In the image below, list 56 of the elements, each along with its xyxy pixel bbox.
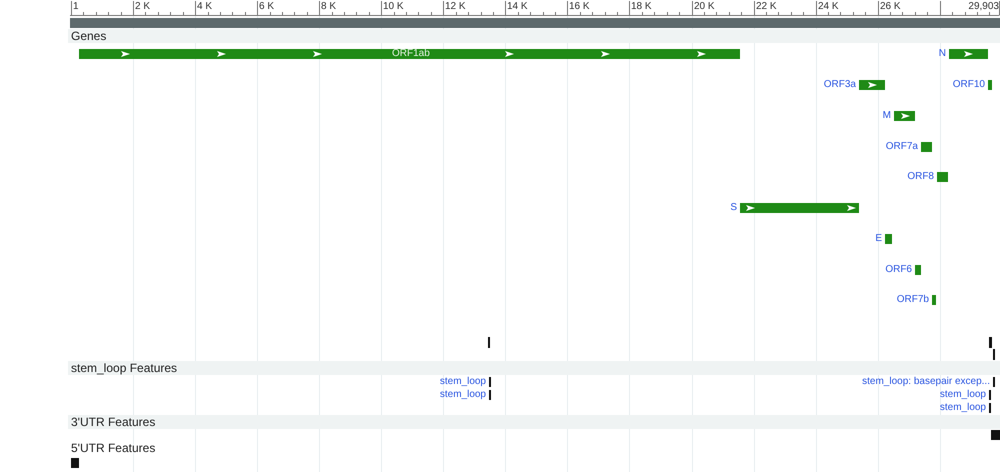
ruler-label: 24 K [818, 1, 839, 13]
ruler-label: 12 K [445, 1, 466, 13]
gene-label[interactable]: ORF8 [907, 171, 934, 183]
direction-arrow-icon [121, 51, 130, 57]
ruler-label: 26 K [880, 1, 901, 13]
direction-arrow-icon [901, 113, 910, 119]
direction-arrow-icon [217, 51, 226, 57]
feature-mark[interactable] [989, 337, 992, 348]
feature-mark[interactable] [993, 349, 995, 360]
gene-label[interactable]: ORF7b [896, 294, 929, 306]
direction-arrow-icon [746, 205, 755, 211]
feature-label[interactable]: stem_loop [440, 389, 486, 401]
direction-arrow-icon [697, 51, 706, 57]
ruler-label: 18 K [631, 1, 652, 13]
utr-block[interactable] [71, 458, 79, 468]
feature-label[interactable]: stem_loop [940, 389, 986, 401]
feature-mark[interactable] [488, 337, 490, 348]
gene-bar[interactable] [859, 80, 885, 90]
gene-label[interactable]: ORF6 [885, 264, 912, 276]
direction-arrow-icon [847, 205, 856, 211]
gene-bar[interactable] [949, 49, 988, 59]
ruler-label: 29,903 [968, 1, 999, 13]
gene-label[interactable]: N [938, 48, 946, 60]
feature-label[interactable]: stem_loop [440, 376, 486, 388]
gene-bar[interactable] [894, 111, 915, 121]
gene-label[interactable]: E [875, 233, 882, 245]
gene-bar[interactable] [79, 49, 740, 59]
gene-bar[interactable] [740, 203, 859, 213]
direction-arrow-icon [601, 51, 610, 57]
direction-arrow-icon [964, 51, 973, 57]
track-title: Genes [71, 29, 106, 43]
ruler-label: 22 K [756, 1, 777, 13]
ruler-label: 16 K [569, 1, 590, 13]
track-title: stem_loop Features [71, 361, 178, 375]
gene-label[interactable]: ORF10 [952, 79, 985, 91]
ruler-label: 14 K [507, 1, 528, 13]
ruler-label: 4 K [197, 1, 212, 13]
ruler-label: 20 K [694, 1, 715, 13]
feature-label[interactable]: stem_loop [940, 402, 986, 414]
ruler-label: 2 K [135, 1, 150, 13]
direction-arrow-icon [505, 51, 514, 57]
ruler-label: 8 K [321, 1, 336, 13]
track-title: 5'UTR Features [71, 441, 156, 455]
ruler-label: 1 [73, 1, 79, 13]
gene-label[interactable]: ORF3a [824, 79, 856, 91]
gene-label[interactable]: ORF1ab [392, 48, 430, 60]
utr-block[interactable] [991, 430, 1000, 440]
direction-arrow-icon [868, 82, 877, 88]
gene-label[interactable]: M [882, 110, 891, 122]
gene-label[interactable]: S [730, 202, 737, 214]
gene-label[interactable]: ORF7a [886, 141, 918, 153]
ruler-label: 10 K [383, 1, 404, 13]
track-title: 3'UTR Features [71, 415, 156, 429]
feature-label[interactable]: stem_loop: basepair excep... [862, 376, 990, 388]
ruler-label: 6 K [259, 1, 274, 13]
direction-arrow-icon [313, 51, 322, 57]
